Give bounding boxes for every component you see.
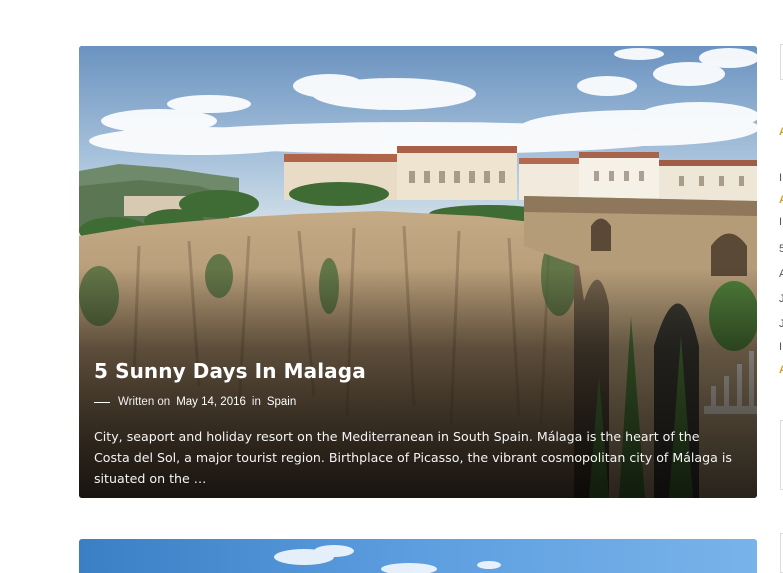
post-excerpt: City, seaport and holiday resort on the …	[94, 429, 732, 486]
meta-prefix: Written on	[118, 396, 171, 408]
sidebar-partial: A I A I 5 A J J I A	[778, 0, 783, 573]
post-date-link[interactable]: May 14, 2016	[176, 395, 246, 409]
next-post-image	[274, 545, 501, 573]
sidebar-text-fragment: A	[779, 268, 783, 280]
sidebar-text-fragment: 5	[779, 243, 783, 255]
sidebar-heading-fragment: A	[779, 126, 783, 138]
meta-dash-line	[94, 401, 110, 403]
sidebar-text-fragment: J	[779, 318, 783, 330]
sidebar-text-fragment: J	[779, 293, 783, 305]
post-category-link[interactable]: Spain	[267, 395, 296, 409]
next-post-card[interactable]	[79, 539, 757, 573]
sidebar-text-fragment: I	[779, 172, 783, 184]
page: 5 Sunny Days In Malaga Written on May 14…	[0, 0, 783, 573]
sidebar-link-fragment[interactable]: A	[779, 194, 783, 206]
post-meta: Written on May 14, 2016 in Spain	[94, 395, 739, 409]
sidebar-text-fragment: I	[779, 341, 783, 353]
meta-connector: in	[251, 396, 261, 408]
post-title[interactable]: 5 Sunny Days In Malaga	[94, 358, 739, 384]
post-content: 5 Sunny Days In Malaga Written on May 14…	[94, 358, 739, 489]
featured-post-card[interactable]: 5 Sunny Days In Malaga Written on May 14…	[79, 46, 757, 498]
sidebar-text-fragment: I	[779, 216, 783, 228]
sidebar-link-fragment[interactable]: A	[779, 364, 783, 376]
